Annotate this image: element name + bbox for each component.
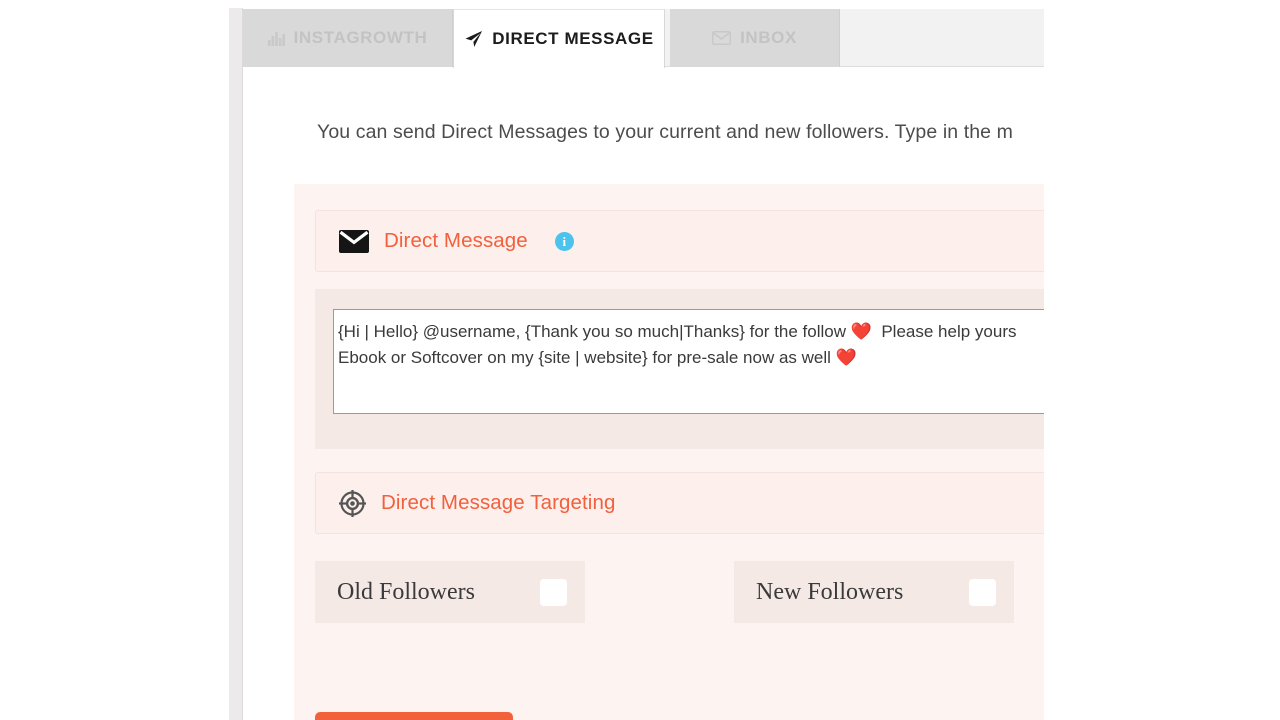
screen: INSTAGROWTH DIRECT MESSAGE INBOX You can…	[0, 0, 1280, 720]
old-followers-label: Old Followers	[337, 578, 475, 605]
message-field-wrapper	[315, 289, 1044, 449]
info-icon[interactable]: i	[554, 231, 574, 251]
targeting-title: Direct Message Targeting	[381, 491, 616, 514]
tab-bar: INSTAGROWTH DIRECT MESSAGE INBOX	[243, 9, 1044, 68]
page-body: You can send Direct Messages to your cur…	[243, 67, 1044, 720]
new-followers-label: New Followers	[756, 578, 904, 605]
stop-dm-button[interactable]: Stop DM	[315, 712, 513, 720]
bar-chart-icon	[267, 31, 285, 46]
direct-message-section-header: Direct Message i	[315, 210, 1044, 272]
tab-inbox-label: INBOX	[740, 28, 797, 47]
send-plane-icon	[464, 30, 483, 48]
tab-inbox[interactable]: INBOX	[670, 9, 840, 67]
envelope-icon	[712, 31, 732, 45]
new-followers-checkbox[interactable]	[969, 578, 996, 606]
direct-message-input[interactable]	[333, 309, 1044, 414]
tab-direct-message[interactable]: DIRECT MESSAGE	[453, 9, 665, 68]
envelope-icon	[339, 229, 369, 253]
tab-direct-message-label: DIRECT MESSAGE	[492, 29, 654, 48]
direct-message-panel: Direct Message i {Hi | Hello} @username,…	[294, 184, 1044, 720]
old-followers-checkbox[interactable]	[540, 578, 567, 606]
new-followers-option[interactable]: New Followers	[734, 561, 1014, 623]
direct-message-title: Direct Message	[384, 229, 528, 252]
sidebar-rail	[229, 8, 243, 720]
page-intro-text: You can send Direct Messages to your cur…	[317, 121, 1013, 143]
old-followers-option[interactable]: Old Followers	[315, 561, 585, 623]
app-viewport: INSTAGROWTH DIRECT MESSAGE INBOX You can…	[229, 0, 1044, 720]
tab-instagrowth-label: INSTAGROWTH	[293, 28, 428, 47]
targeting-section-header: Direct Message Targeting	[315, 472, 1044, 534]
crosshair-icon	[339, 489, 366, 517]
tab-instagrowth[interactable]: INSTAGROWTH	[243, 9, 453, 67]
